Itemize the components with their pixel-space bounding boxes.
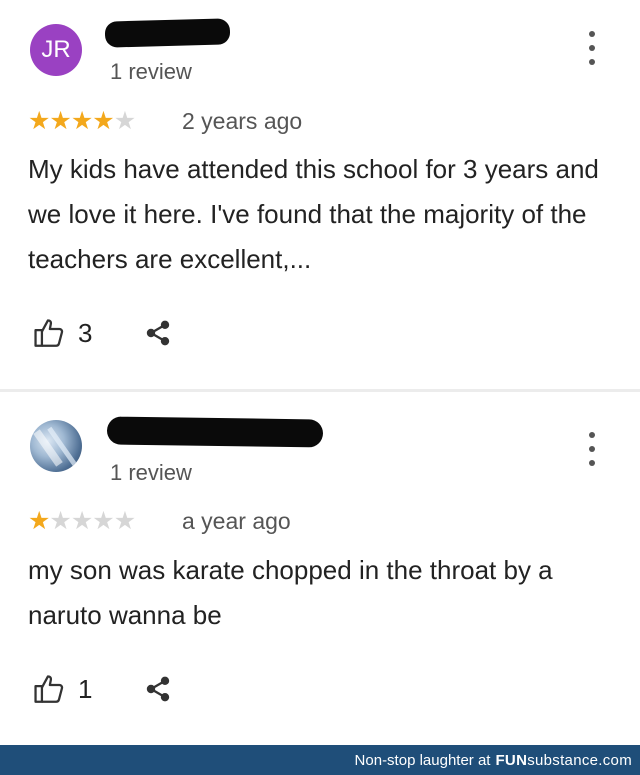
thumbs-up-icon[interactable] bbox=[32, 672, 66, 706]
star-filled-icon: ★ bbox=[92, 107, 114, 135]
star-empty-icon: ★ bbox=[70, 507, 93, 535]
star-rating: ★★★★★ bbox=[28, 107, 136, 135]
review-text: My kids have attended this school for 3 … bbox=[28, 154, 599, 274]
star-filled-icon: ★ bbox=[28, 507, 50, 535]
review-date: 2 years ago bbox=[182, 108, 303, 134]
review-date: a year ago bbox=[182, 508, 291, 534]
star-filled-icon: ★ bbox=[70, 107, 93, 135]
more-options-icon[interactable] bbox=[584, 432, 600, 466]
thumbs-up-icon[interactable] bbox=[32, 316, 66, 350]
star-empty-icon: ★ bbox=[49, 507, 71, 535]
more-options-icon[interactable] bbox=[584, 31, 600, 65]
watermark-text: Non-stop laughter at bbox=[354, 751, 491, 769]
star-empty-icon: ★ bbox=[113, 507, 136, 535]
star-empty-icon: ★ bbox=[113, 107, 136, 135]
watermark-brand-rest: substance.com bbox=[527, 751, 632, 769]
star-filled-icon: ★ bbox=[28, 107, 50, 135]
star-filled-icon: ★ bbox=[49, 107, 71, 135]
share-icon[interactable] bbox=[144, 318, 172, 348]
watermark-footer: Non-stop laughter at FUN substance.com bbox=[0, 745, 640, 775]
share-icon[interactable] bbox=[144, 674, 172, 704]
like-count: 3 bbox=[78, 318, 93, 348]
watermark-brand-bold: FUN bbox=[495, 751, 528, 769]
like-count: 1 bbox=[78, 674, 93, 704]
reviewer-avatar[interactable]: JR bbox=[30, 24, 82, 76]
reviewer-avatar-photo[interactable] bbox=[30, 420, 82, 472]
redacted-reviewer-name bbox=[106, 416, 324, 448]
reviewer-review-count[interactable]: 1 review bbox=[110, 59, 192, 85]
star-empty-icon: ★ bbox=[92, 507, 114, 535]
redacted-reviewer-name bbox=[104, 18, 231, 48]
star-rating: ★★★★★ bbox=[28, 507, 136, 535]
review-text: my son was karate chopped in the throat … bbox=[28, 555, 553, 630]
reviewer-review-count[interactable]: 1 review bbox=[110, 460, 192, 486]
